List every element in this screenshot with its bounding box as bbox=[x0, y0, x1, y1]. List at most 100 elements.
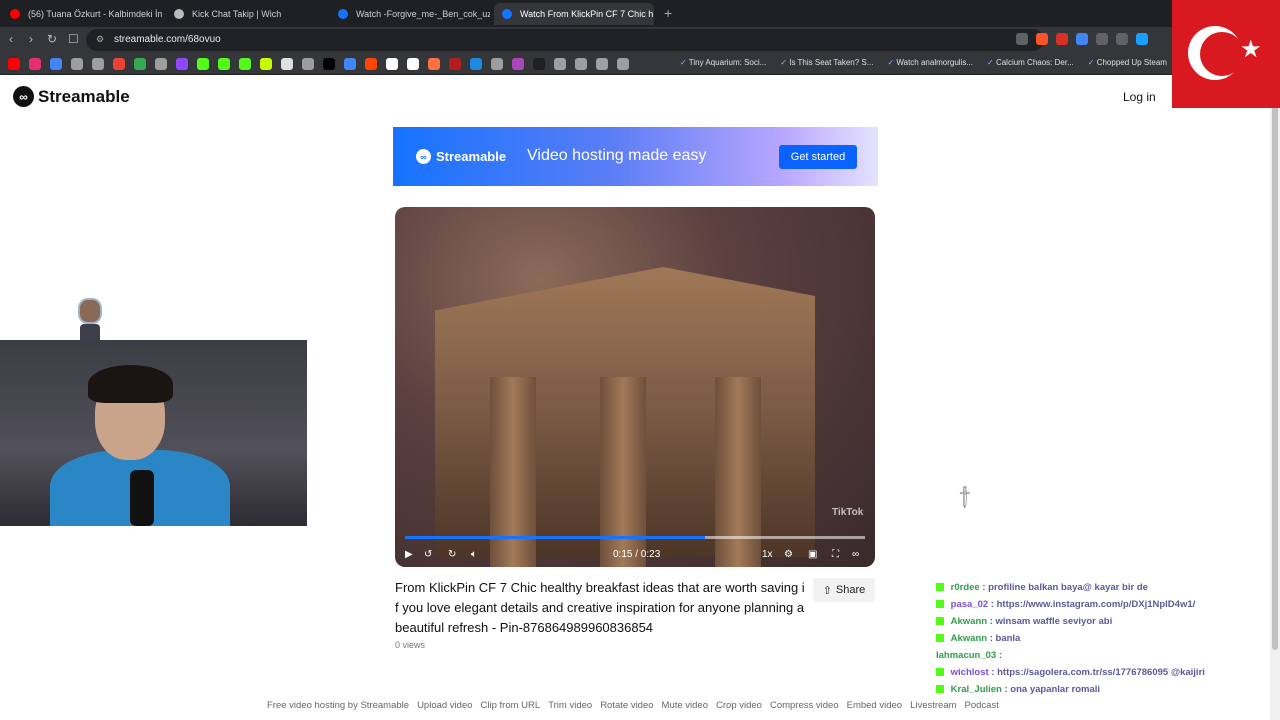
browser-tab[interactable]: Watch -Forgive_me-_Ben_cok_uzun_ bbox=[330, 3, 490, 25]
footer-link[interactable]: Upload video bbox=[417, 700, 472, 711]
extension-icon[interactable] bbox=[1136, 33, 1148, 45]
amazon-icon[interactable] bbox=[407, 58, 419, 70]
forward-icon[interactable]: ↻ bbox=[448, 549, 456, 560]
kick-icon[interactable] bbox=[197, 58, 209, 70]
pip-icon[interactable]: ▣ bbox=[808, 549, 817, 560]
share-button[interactable]: ⇧ Share bbox=[813, 578, 875, 602]
extension-icon[interactable] bbox=[1076, 33, 1088, 45]
chat-username: lahmacun_03 bbox=[936, 650, 997, 661]
login-link[interactable]: Log in bbox=[1123, 90, 1156, 104]
extension-icons bbox=[1016, 33, 1148, 45]
browser-tab[interactable]: (56) Tuana Özkurt - Kalbimdeki İmza bbox=[2, 3, 162, 25]
extension-icon[interactable] bbox=[1116, 33, 1128, 45]
video-player[interactable]: TikTok ▶ ↺ ↻ 🔈︎ 0:15 / 0:23 1x ⚙ ▣ ⛶ ∞ bbox=[395, 207, 875, 567]
speed-button[interactable]: 1x bbox=[762, 549, 773, 560]
extension-icon[interactable] bbox=[1056, 33, 1068, 45]
folder-icon[interactable] bbox=[617, 58, 629, 70]
rewind-icon[interactable]: ↺ bbox=[424, 549, 432, 560]
streamable-icon[interactable]: ∞ bbox=[852, 549, 859, 560]
kick-badge-icon bbox=[936, 668, 944, 677]
promo-banner[interactable]: ∞ Streamable Video hosting made easy Get… bbox=[393, 127, 878, 186]
forward-icon[interactable]: › bbox=[29, 32, 33, 46]
chat-message: wichlost : https://sagolera.com.tr/ss/17… bbox=[936, 667, 1266, 684]
reddit-icon[interactable] bbox=[365, 58, 377, 70]
drive-icon[interactable] bbox=[134, 58, 146, 70]
globe-icon[interactable] bbox=[512, 58, 524, 70]
tiktok-watermark: TikTok bbox=[832, 507, 864, 518]
bookmark-icon[interactable]: ☐ bbox=[68, 32, 79, 46]
scrollbar-thumb[interactable] bbox=[1272, 90, 1278, 650]
globe-icon[interactable] bbox=[92, 58, 104, 70]
footer-link[interactable]: Crop video bbox=[716, 700, 762, 711]
chat-username: wichlost bbox=[950, 667, 989, 678]
chat-username: Akwann bbox=[950, 633, 988, 644]
youtube-icon[interactable] bbox=[8, 58, 20, 70]
kick-icon[interactable] bbox=[218, 58, 230, 70]
footer-link[interactable]: Livestream bbox=[910, 700, 956, 711]
globe-icon[interactable] bbox=[470, 58, 482, 70]
globe-icon[interactable] bbox=[344, 58, 356, 70]
globe-icon[interactable] bbox=[533, 58, 545, 70]
share-icon[interactable] bbox=[1016, 33, 1028, 45]
new-tab-button[interactable]: + bbox=[664, 5, 672, 21]
instagram-icon[interactable] bbox=[29, 58, 41, 70]
footer-link[interactable]: Mute video bbox=[662, 700, 708, 711]
footer-link[interactable]: Compress video bbox=[770, 700, 839, 711]
extension-icon[interactable] bbox=[1096, 33, 1108, 45]
x-icon[interactable] bbox=[323, 58, 335, 70]
view-count: 0 views bbox=[395, 640, 426, 650]
bookmark-link[interactable]: Watch analmorgulis... bbox=[887, 58, 973, 67]
footer-link[interactable]: Rotate video bbox=[600, 700, 653, 711]
bookmark-links: Tiny Aquarium: Soci... Is This Seat Take… bbox=[680, 58, 1167, 67]
site-logo[interactable]: ∞ Streamable bbox=[13, 86, 130, 107]
brave-icon[interactable] bbox=[1036, 33, 1048, 45]
browser-tab[interactable]: Kick Chat Takip | Wich bbox=[166, 3, 326, 25]
settings-icon[interactable]: ⚙ bbox=[784, 549, 793, 560]
globe-icon[interactable] bbox=[155, 58, 167, 70]
progress-bar[interactable] bbox=[405, 536, 865, 539]
player-controls: ▶ ↺ ↻ 🔈︎ 0:15 / 0:23 1x ⚙ ▣ ⛶ ∞ bbox=[395, 542, 875, 567]
footer-link[interactable]: Clip from URL bbox=[481, 700, 541, 711]
globe-icon[interactable] bbox=[428, 58, 440, 70]
volume-icon[interactable]: 🔈︎ bbox=[471, 549, 477, 560]
scrollbar[interactable] bbox=[1270, 76, 1280, 720]
chat-text: : https://www.instagram.com/p/DXj1NpID4w… bbox=[990, 599, 1196, 610]
bookmark-link[interactable]: Is This Seat Taken? S... bbox=[780, 58, 873, 67]
folder-icon[interactable] bbox=[554, 58, 566, 70]
folder-icon[interactable] bbox=[575, 58, 587, 70]
fullscreen-icon[interactable]: ⛶ bbox=[832, 549, 839, 560]
chat-message: Akwann : winsam waffle seviyor abi bbox=[936, 616, 1266, 633]
footer-link[interactable]: Podcast bbox=[965, 700, 999, 711]
kick-badge-icon bbox=[936, 617, 944, 626]
footer-link[interactable]: Trim video bbox=[548, 700, 592, 711]
anchor-icon[interactable] bbox=[281, 58, 293, 70]
globe-icon[interactable] bbox=[71, 58, 83, 70]
close-icon[interactable]: ✕ bbox=[653, 9, 654, 20]
browser-tab-active[interactable]: Watch From KlickPin CF 7 Chic h ✕ bbox=[494, 3, 654, 25]
get-started-button[interactable]: Get started bbox=[779, 145, 857, 169]
folder-icon[interactable] bbox=[596, 58, 608, 70]
globe-icon[interactable] bbox=[491, 58, 503, 70]
address-bar[interactable]: ⚙ streamable.com/68ovuo bbox=[86, 29, 1044, 51]
site-info-icon[interactable]: ⚙ bbox=[96, 34, 104, 45]
share-icon: ⇧ bbox=[822, 584, 832, 597]
reload-icon[interactable]: ↻ bbox=[47, 32, 57, 46]
progress-fill bbox=[405, 536, 705, 539]
bookmark-link[interactable]: Chopped Up Steam bbox=[1088, 58, 1167, 67]
bookmark-link[interactable]: Calcium Chaos: Der... bbox=[987, 58, 1074, 67]
chat-overlay: r0rdee : profiline balkan baya@ kayar bi… bbox=[936, 582, 1266, 701]
footer-link[interactable]: Free video hosting by Streamable bbox=[267, 700, 409, 711]
globe-icon[interactable] bbox=[449, 58, 461, 70]
play-icon[interactable]: ▶ bbox=[405, 549, 413, 560]
kick-icon[interactable] bbox=[239, 58, 251, 70]
translate-icon[interactable] bbox=[50, 58, 62, 70]
gmail-icon[interactable] bbox=[113, 58, 125, 70]
back-icon[interactable]: ‹ bbox=[9, 32, 13, 46]
twitch-icon[interactable] bbox=[176, 58, 188, 70]
globe-icon[interactable] bbox=[302, 58, 314, 70]
extension-icon[interactable] bbox=[260, 58, 272, 70]
globe-icon[interactable] bbox=[386, 58, 398, 70]
microphone-icon bbox=[130, 470, 154, 526]
footer-link[interactable]: Embed video bbox=[847, 700, 902, 711]
bookmark-link[interactable]: Tiny Aquarium: Soci... bbox=[680, 58, 767, 67]
